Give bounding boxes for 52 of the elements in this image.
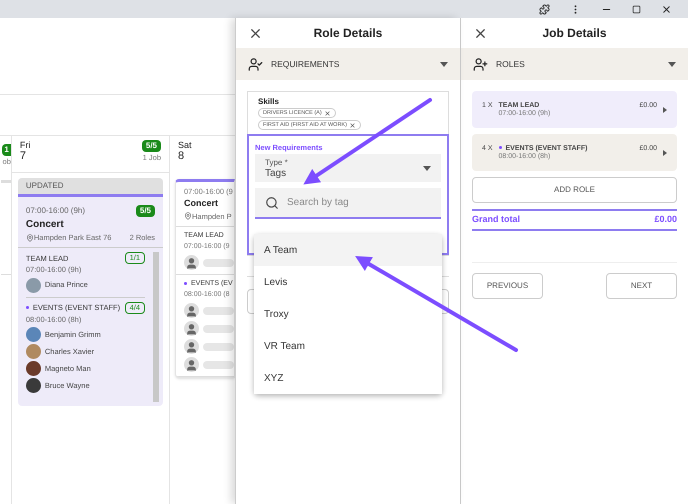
count-badge: 5/5 (142, 140, 161, 152)
add-role-button[interactable]: ADD ROLE (472, 177, 677, 203)
status-label: UPDATED (18, 178, 163, 197)
job-title: Concert (26, 218, 65, 232)
user-check-icon (248, 56, 263, 72)
search-icon (265, 196, 279, 210)
time-text: 07:00-16:00 (9h) (26, 205, 86, 217)
scrollbar[interactable] (153, 252, 159, 402)
field-value: Tags (265, 168, 288, 180)
section-header[interactable]: REQUIREMENTS (236, 48, 460, 80)
menu-option[interactable]: XYZ (254, 362, 442, 394)
panel-title: Job Details (541, 25, 608, 42)
count-badge: 5/5 (136, 205, 155, 217)
caret-icon (663, 150, 667, 156)
user-icon (184, 357, 199, 372)
remove-icon[interactable] (324, 110, 331, 116)
pin-icon (26, 234, 34, 242)
user-icon (184, 321, 199, 336)
section-header[interactable]: ROLES (461, 48, 688, 80)
maximize-icon[interactable] (632, 4, 641, 14)
remove-icon[interactable] (348, 122, 356, 128)
menu-option[interactable]: Troxy (254, 298, 442, 330)
type-select[interactable]: Type * Tags (255, 154, 441, 182)
search-field[interactable]: Search by tag (255, 188, 441, 220)
day-name: Sat (178, 140, 193, 151)
menu-option[interactable]: VR Team (254, 330, 442, 362)
caret-icon (663, 106, 667, 112)
count-badge: 1 (2, 144, 11, 156)
skills-label: Skills (258, 96, 280, 108)
day-name: Fri (20, 140, 30, 151)
day-date: 7 (20, 151, 27, 162)
total-label: Grand total (472, 213, 520, 226)
job-title: Concert (184, 197, 220, 210)
close-icon[interactable] (661, 4, 672, 14)
day-date: 8 (178, 151, 186, 162)
pin-icon (184, 212, 192, 220)
menu-option[interactable]: A Team (254, 234, 442, 266)
menu-option[interactable]: Levis (254, 266, 442, 298)
puzzle-icon[interactable] (539, 4, 550, 14)
user-icon (184, 303, 199, 318)
nav-button[interactable]: PREVIOUS (472, 273, 543, 299)
user-icon (184, 255, 199, 270)
panel-title: Role Details (312, 25, 384, 42)
caret-icon (440, 62, 448, 66)
nav-button[interactable]: NEXT (606, 273, 677, 299)
field-label: Type * (265, 157, 289, 168)
caret-icon (423, 166, 431, 171)
user-plus-icon (473, 56, 488, 72)
caret-icon (668, 62, 676, 66)
total-value: £0.00 (654, 213, 677, 226)
user-icon (184, 339, 199, 354)
job-card[interactable] (18, 178, 163, 406)
